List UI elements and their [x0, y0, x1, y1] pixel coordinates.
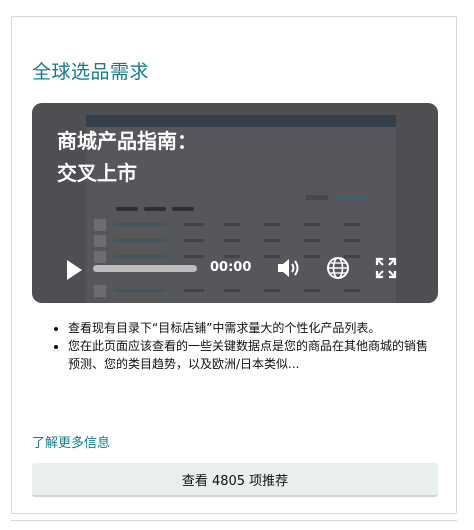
- learn-more-link[interactable]: 了解更多信息: [32, 432, 110, 451]
- globe-icon[interactable]: [326, 256, 350, 280]
- volume-icon[interactable]: [276, 257, 302, 279]
- info-bullets: 查看现有目录下“目标店铺”中需求量大的个性化产品列表。 您在此页面应该查看的一些…: [50, 319, 428, 373]
- time-display: 00:00: [210, 260, 252, 275]
- play-icon[interactable]: [67, 260, 82, 280]
- list-item: 查看现有目录下“目标店铺”中需求量大的个性化产品列表。: [68, 319, 428, 337]
- divider: [11, 520, 457, 521]
- video-player[interactable]: 商城产品指南： 交叉上市 00:00: [32, 103, 438, 303]
- global-demand-card: 全球选品需求 商城产品指南： 交叉上市 00:00 • 查看现有目录下“目标店铺…: [11, 16, 457, 514]
- card-title: 全球选品需求: [32, 61, 150, 83]
- view-recommendations-button[interactable]: 查看 4805 项推荐: [32, 463, 438, 497]
- video-title-line-2: 交叉上市: [57, 161, 137, 185]
- video-title: 商城产品指南： 交叉上市: [57, 125, 197, 189]
- progress-bar[interactable]: [93, 265, 197, 272]
- video-title-line-1: 商城产品指南：: [57, 129, 197, 153]
- fullscreen-icon[interactable]: [375, 257, 397, 279]
- list-item: 您在此页面应该查看的一些关键数据点是您的商品在其他商城的销售预测、您的类目趋势，…: [68, 337, 428, 373]
